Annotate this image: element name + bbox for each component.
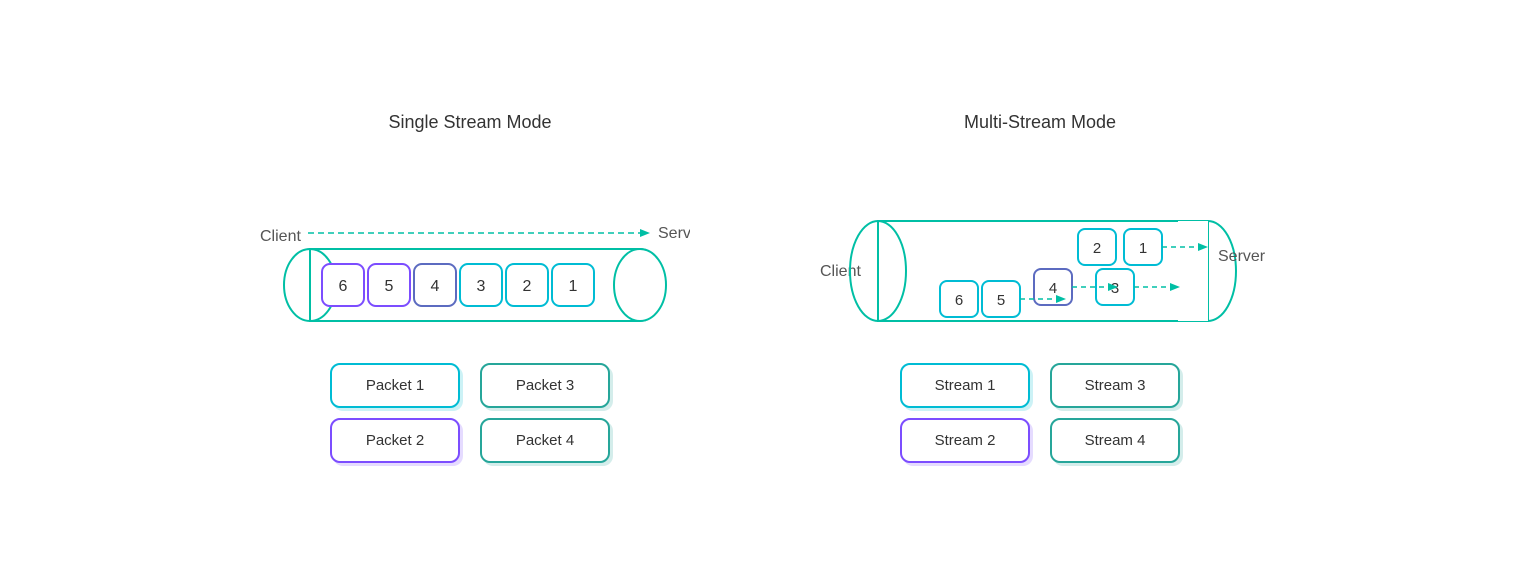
multi-stream-diagram: Multi-Stream Mode Client Server 2 1 [810,112,1270,463]
single-stream-tunnel: Client Server 6 5 [250,161,690,331]
legend-stream3: Stream 3 [1050,363,1180,408]
legend-stream2: Stream 2 [900,418,1030,463]
svg-text:6: 6 [339,278,348,295]
svg-text:5: 5 [385,278,394,295]
single-stream-title: Single Stream Mode [388,112,551,133]
svg-text:Client: Client [260,228,301,245]
legend-packet4: Packet 4 [480,418,610,463]
main-container: Single Stream Mode Client Server 6 [0,92,1520,483]
svg-text:4: 4 [431,278,440,295]
single-stream-legend: Packet 1 Packet 3 Packet 2 Packet 4 [330,363,610,463]
legend-packet1: Packet 1 [330,363,460,408]
svg-text:4: 4 [1049,280,1057,297]
legend-stream4: Stream 4 [1050,418,1180,463]
svg-text:1: 1 [1139,240,1147,257]
multi-stream-title: Multi-Stream Mode [964,112,1116,133]
svg-text:Server: Server [1218,248,1266,265]
svg-text:3: 3 [477,278,486,295]
svg-text:Server: Server [658,225,690,242]
svg-text:5: 5 [997,292,1005,309]
svg-text:2: 2 [1093,240,1101,257]
svg-text:1: 1 [569,278,578,295]
legend-stream1: Stream 1 [900,363,1030,408]
single-stream-diagram: Single Stream Mode Client Server 6 [250,112,690,463]
svg-text:2: 2 [523,278,532,295]
multi-stream-tunnel: Client Server 2 1 3 [810,161,1270,331]
multi-stream-legend: Stream 1 Stream 3 Stream 2 Stream 4 [900,363,1180,463]
legend-packet2: Packet 2 [330,418,460,463]
svg-text:Client: Client [820,263,861,280]
svg-text:6: 6 [955,292,963,309]
legend-packet3: Packet 3 [480,363,610,408]
